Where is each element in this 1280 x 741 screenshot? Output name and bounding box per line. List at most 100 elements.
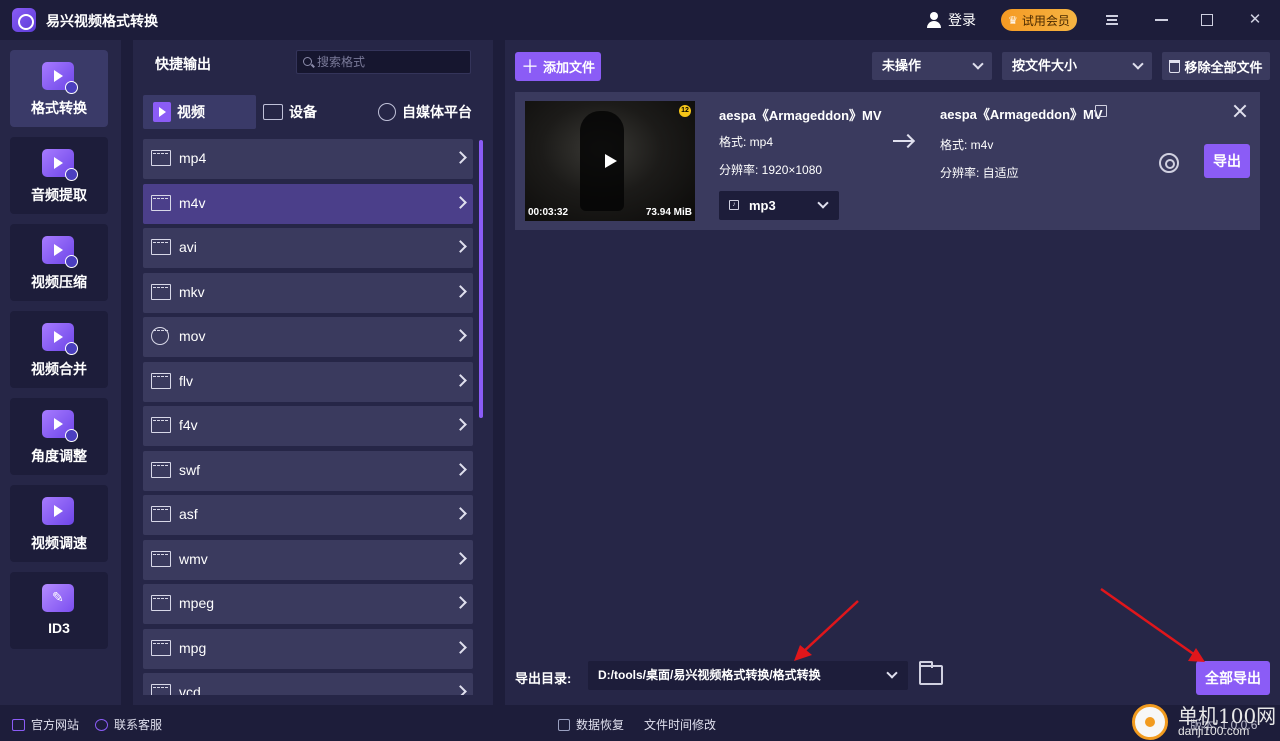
format-item-f4v[interactable]: f4v [143, 406, 473, 446]
format-name: swf [179, 461, 200, 478]
headset-icon [95, 718, 108, 731]
tab-video[interactable]: 视频 [143, 95, 256, 129]
add-file-button[interactable]: ＋ 添加文件 [515, 52, 601, 81]
mpeg-file-icon [151, 595, 171, 611]
format-name: vcd [179, 684, 201, 695]
quick-output-title: 快捷输出 [155, 56, 211, 72]
annotation-arrow-left [794, 600, 859, 661]
tab-label: 自媒体平台 [402, 104, 472, 120]
output-dir-label: 导出目录: [515, 671, 572, 686]
video-merge-icon [42, 323, 78, 355]
video-compress-icon [42, 236, 78, 268]
format-item-mpg[interactable]: mpg [143, 628, 473, 669]
watermark-url: danji100.com [1178, 724, 1250, 738]
sort-select-value: 按文件大小 [1012, 58, 1078, 73]
export-button[interactable]: 导出 [1204, 144, 1250, 178]
operation-select[interactable]: 未操作 [872, 52, 992, 80]
maximize-icon[interactable] [1195, 8, 1219, 32]
music-note-icon: ♪ [729, 200, 739, 210]
format-name: m4v [179, 194, 206, 211]
format-list-scrollbar[interactable] [479, 140, 483, 418]
format-item-mp4[interactable]: mp4 [143, 139, 473, 179]
m4v-file-icon [151, 194, 171, 211]
chevron-right-icon [454, 551, 467, 565]
mpg-file-icon [151, 639, 171, 656]
format-search[interactable] [296, 50, 471, 74]
watermark-logo-icon [1132, 704, 1168, 740]
data-recovery-link[interactable]: 数据恢复 [558, 716, 624, 733]
format-item-flv[interactable]: flv [143, 361, 473, 402]
tab-media-platform[interactable]: 自媒体平台 [378, 95, 472, 129]
login-button[interactable]: 登录 [926, 10, 976, 30]
sort-select[interactable]: 按文件大小 [1002, 52, 1152, 80]
output-format-select[interactable]: ♪ mp3 [719, 191, 839, 220]
chevron-right-icon [454, 195, 467, 209]
format-item-m4v[interactable]: m4v [143, 183, 473, 224]
monitor-icon [263, 104, 283, 120]
output-dir-select[interactable]: D:/tools/桌面/易兴视频格式转换/格式转换 [588, 661, 908, 690]
file-time-modify-label: 文件时间修改 [644, 718, 717, 732]
format-item-swf[interactable]: swf [143, 450, 473, 491]
source-file-name: aespa《Armageddon》MV [719, 108, 882, 123]
rotate-video-icon [42, 410, 78, 442]
search-input[interactable] [317, 54, 465, 70]
target-format: 格式: m4v [940, 138, 994, 152]
nav-item-format-convert[interactable]: 格式转换 [10, 50, 108, 127]
chevron-right-icon [454, 373, 467, 387]
chevron-right-icon [454, 240, 467, 253]
contact-support-link[interactable]: 联系客服 [95, 716, 162, 733]
chevron-down-icon [972, 58, 984, 70]
nav-item-video-merge[interactable]: 视频合并 [10, 311, 108, 388]
tab-device[interactable]: 设备 [263, 95, 317, 129]
folder-icon[interactable] [919, 661, 943, 685]
format-name: mpeg [179, 595, 215, 611]
format-name: asf [179, 506, 198, 522]
official-website-link[interactable]: 官方网站 [12, 716, 79, 733]
gear-icon[interactable] [1159, 153, 1179, 173]
vip-trial-button[interactable]: ♛ 试用会员 [1001, 9, 1077, 31]
video-thumbnail[interactable]: 12 00:03:32 73.94 MiB [525, 101, 695, 221]
app-logo-icon [12, 8, 36, 32]
chevron-right-icon [454, 640, 467, 654]
format-item-avi[interactable]: avi [143, 228, 473, 268]
format-item-wmv[interactable]: wmv [143, 539, 473, 580]
monitor-icon [12, 718, 25, 731]
film-icon [151, 150, 171, 166]
status-bar: 官方网站 联系客服 数据恢复 文件时间修改 版本: 1.0.0.6 [0, 705, 1280, 741]
nav-item-speed[interactable]: 视频调速 [10, 485, 108, 562]
format-item-mkv[interactable]: mkv [143, 272, 473, 313]
vcd-file-icon [151, 684, 171, 695]
minimize-icon[interactable] [1150, 8, 1174, 32]
format-item-mov[interactable]: mov [143, 317, 473, 357]
chevron-down-icon [1132, 58, 1144, 70]
format-name: mov [179, 328, 206, 344]
swf-file-icon [151, 461, 171, 478]
nav-item-id3[interactable]: ID3 [10, 572, 108, 649]
format-item-asf[interactable]: asf [143, 495, 473, 535]
video-filesize: 73.94 MiB [645, 207, 692, 218]
play-icon[interactable] [605, 154, 617, 168]
video-icon [153, 102, 171, 122]
menu-icon[interactable] [1100, 8, 1124, 32]
nav-item-audio-extract[interactable]: 音频提取 [10, 137, 108, 214]
nav-item-video-compress[interactable]: 视频压缩 [10, 224, 108, 301]
remove-all-button[interactable]: 移除全部文件 [1162, 52, 1270, 80]
close-window-icon[interactable]: ✕ [1243, 8, 1267, 32]
video-speed-icon [42, 497, 74, 525]
format-name: mkv [179, 283, 205, 300]
close-icon[interactable] [1231, 102, 1249, 120]
output-dir-value: D:/tools/桌面/易兴视频格式转换/格式转换 [598, 668, 821, 682]
format-item-mpeg[interactable]: mpeg [143, 584, 473, 624]
arrow-right-icon [893, 140, 913, 142]
chat-bubble-icon [378, 103, 396, 121]
file-time-modify-link[interactable]: 文件时间修改 [644, 716, 716, 733]
format-name: avi [179, 239, 197, 255]
nav-label: 视频压缩 [31, 274, 87, 290]
nav-item-rotate[interactable]: 角度调整 [10, 398, 108, 475]
format-item-vcd[interactable]: vcd [143, 673, 473, 695]
nav-label: 音频提取 [31, 187, 87, 203]
edit-icon[interactable] [1095, 105, 1107, 117]
annotation-arrow-right [1100, 587, 1205, 662]
format-name: wmv [179, 550, 208, 567]
video-duration: 00:03:32 [528, 207, 569, 218]
